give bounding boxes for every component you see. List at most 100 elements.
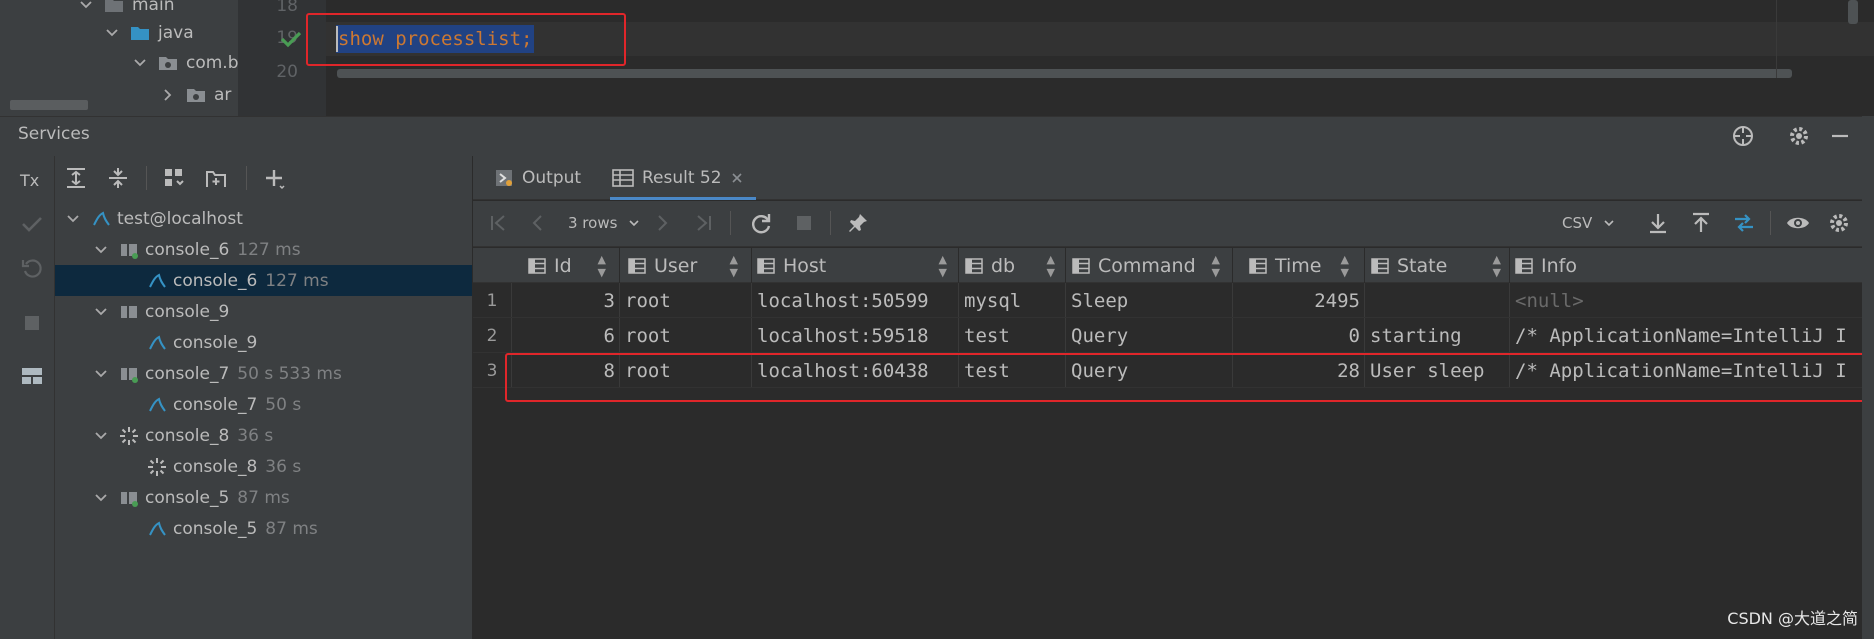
sort-icon[interactable]: ▲ ▼ <box>730 253 738 279</box>
cell-id[interactable]: 3 <box>511 283 615 318</box>
tree-item-main[interactable]: main <box>78 0 174 20</box>
column-separator[interactable] <box>958 248 959 283</box>
tree-item-session[interactable]: console_6 127 ms <box>55 234 473 265</box>
cell-command[interactable]: Sleep <box>1071 283 1229 318</box>
last-page-icon[interactable] <box>692 211 716 235</box>
crosshair-icon[interactable] <box>1731 124 1755 148</box>
export-format-dropdown[interactable]: CSV <box>1562 214 1615 232</box>
eye-icon[interactable] <box>1786 211 1810 235</box>
tree-item-java[interactable]: java <box>104 18 194 48</box>
cell-time[interactable]: 2495 <box>1232 283 1360 318</box>
toolbar-separator <box>146 166 147 190</box>
column-label: State <box>1397 254 1448 277</box>
stop-icon[interactable] <box>792 211 816 235</box>
column-header-command[interactable]: Command ▲ ▼ <box>1072 248 1230 283</box>
session-icon <box>121 367 138 383</box>
column-header-time[interactable]: Time ▲ ▼ <box>1249 248 1359 283</box>
column-header-host[interactable]: Host ▲ ▼ <box>757 248 957 283</box>
cell-time[interactable]: 0 <box>1232 318 1360 353</box>
tree-item-session[interactable]: console_7 50 s 533 ms <box>55 358 473 389</box>
sort-icon[interactable]: ▲ ▼ <box>1493 253 1501 279</box>
watermark: CSDN @大道之简 <box>1727 609 1858 628</box>
tree-item-console[interactable]: console_7 50 s <box>55 389 473 420</box>
services-title: Services <box>18 124 90 144</box>
sort-icon[interactable]: ▲ ▼ <box>1047 253 1055 279</box>
group-by-icon[interactable] <box>162 166 186 190</box>
upload-icon[interactable] <box>1689 211 1713 235</box>
editor-horizontal-scrollbar[interactable] <box>337 69 1792 78</box>
row-number[interactable]: 1 <box>473 283 511 318</box>
rollback-icon[interactable] <box>20 256 44 280</box>
cell-command[interactable]: Query <box>1071 318 1229 353</box>
minimize-icon[interactable] <box>1828 124 1852 148</box>
tree-item-package[interactable]: com.b <box>132 48 239 78</box>
sort-icon[interactable]: ▲ ▼ <box>939 253 947 279</box>
cell-state[interactable] <box>1370 283 1506 318</box>
tree-item-console-running[interactable]: console_8 36 s <box>55 451 473 482</box>
cell-user[interactable]: root <box>625 318 747 353</box>
row-number[interactable]: 2 <box>473 318 511 353</box>
previous-page-icon[interactable] <box>526 211 550 235</box>
tree-item-label: console_8 <box>173 456 258 477</box>
sort-icon[interactable]: ▲ ▼ <box>1341 253 1349 279</box>
cell-info[interactable]: <null> <box>1515 283 1860 318</box>
project-horizontal-scrollbar[interactable] <box>10 100 88 110</box>
cell-user[interactable]: root <box>625 283 747 318</box>
page-size-dropdown[interactable]: 3 rows <box>568 214 640 232</box>
cell-db[interactable]: test <box>964 318 1062 353</box>
next-page-icon[interactable] <box>650 211 674 235</box>
refresh-icon[interactable] <box>749 211 773 235</box>
column-separator[interactable] <box>1364 248 1365 283</box>
tree-item-console-selected[interactable]: console_6 127 ms <box>55 265 473 296</box>
column-header-id[interactable]: Id ▲ ▼ <box>528 248 616 283</box>
commit-icon[interactable] <box>20 212 44 236</box>
cell-host[interactable]: localhost:59518 <box>757 318 955 353</box>
chevron-right-icon <box>164 89 172 101</box>
layout-icon[interactable] <box>20 365 44 387</box>
cell-host[interactable]: localhost:50599 <box>757 283 955 318</box>
column-header-state[interactable]: State ▲ ▼ <box>1371 248 1511 283</box>
tab-result[interactable]: Result 52 <box>612 156 744 200</box>
cell-state[interactable]: starting <box>1370 318 1506 353</box>
column-header-user[interactable]: User ▲ ▼ <box>628 248 748 283</box>
tab-output[interactable]: Output <box>494 156 581 200</box>
column-header-info[interactable]: Info <box>1515 248 1855 283</box>
collapse-all-icon[interactable] <box>106 166 130 190</box>
column-separator[interactable] <box>1065 248 1066 283</box>
rows-count: 3 rows <box>568 214 618 232</box>
tree-item-console[interactable]: console_9 <box>55 327 473 358</box>
tree-item-data-source[interactable]: test@localhost <box>55 203 473 234</box>
cell-info[interactable]: /* ApplicationName=IntelliJ I <box>1515 318 1860 353</box>
sort-icon[interactable]: ▲ ▼ <box>598 253 606 279</box>
tree-item-session-running[interactable]: console_8 36 s <box>55 420 473 451</box>
line-number: 18 <box>276 0 298 16</box>
tree-item-console[interactable]: console_5 87 ms <box>55 513 473 544</box>
column-separator[interactable] <box>1509 248 1510 283</box>
new-tab-icon[interactable] <box>204 166 228 190</box>
toolbar-separator <box>1770 211 1771 235</box>
cell-id[interactable]: 6 <box>511 318 615 353</box>
tree-item-session[interactable]: console_9 <box>55 296 473 327</box>
column-separator[interactable] <box>1232 248 1233 283</box>
close-icon[interactable] <box>730 171 744 185</box>
column-separator[interactable] <box>619 248 620 283</box>
cell-db[interactable]: mysql <box>964 283 1062 318</box>
compare-icon[interactable] <box>1732 211 1756 235</box>
gear-icon[interactable] <box>1787 124 1811 148</box>
stop-icon[interactable] <box>21 312 43 334</box>
column-header-db[interactable]: db ▲ ▼ <box>965 248 1065 283</box>
column-icon <box>1072 257 1090 274</box>
add-icon[interactable] <box>262 166 286 190</box>
transaction-mode-dropdown[interactable]: Tx <box>20 171 39 190</box>
tree-item-session[interactable]: console_5 87 ms <box>55 482 473 513</box>
download-icon[interactable] <box>1646 211 1670 235</box>
editor-vertical-scrollbar[interactable] <box>1848 0 1858 24</box>
expand-all-icon[interactable] <box>64 166 88 190</box>
column-separator[interactable] <box>751 248 752 283</box>
first-page-icon[interactable] <box>486 211 510 235</box>
active-tab-indicator <box>610 197 756 200</box>
pin-icon[interactable] <box>846 211 870 235</box>
sort-icon[interactable]: ▲ ▼ <box>1212 253 1220 279</box>
tree-item-subpackage[interactable]: ar <box>160 80 231 110</box>
gear-icon[interactable] <box>1827 211 1851 235</box>
